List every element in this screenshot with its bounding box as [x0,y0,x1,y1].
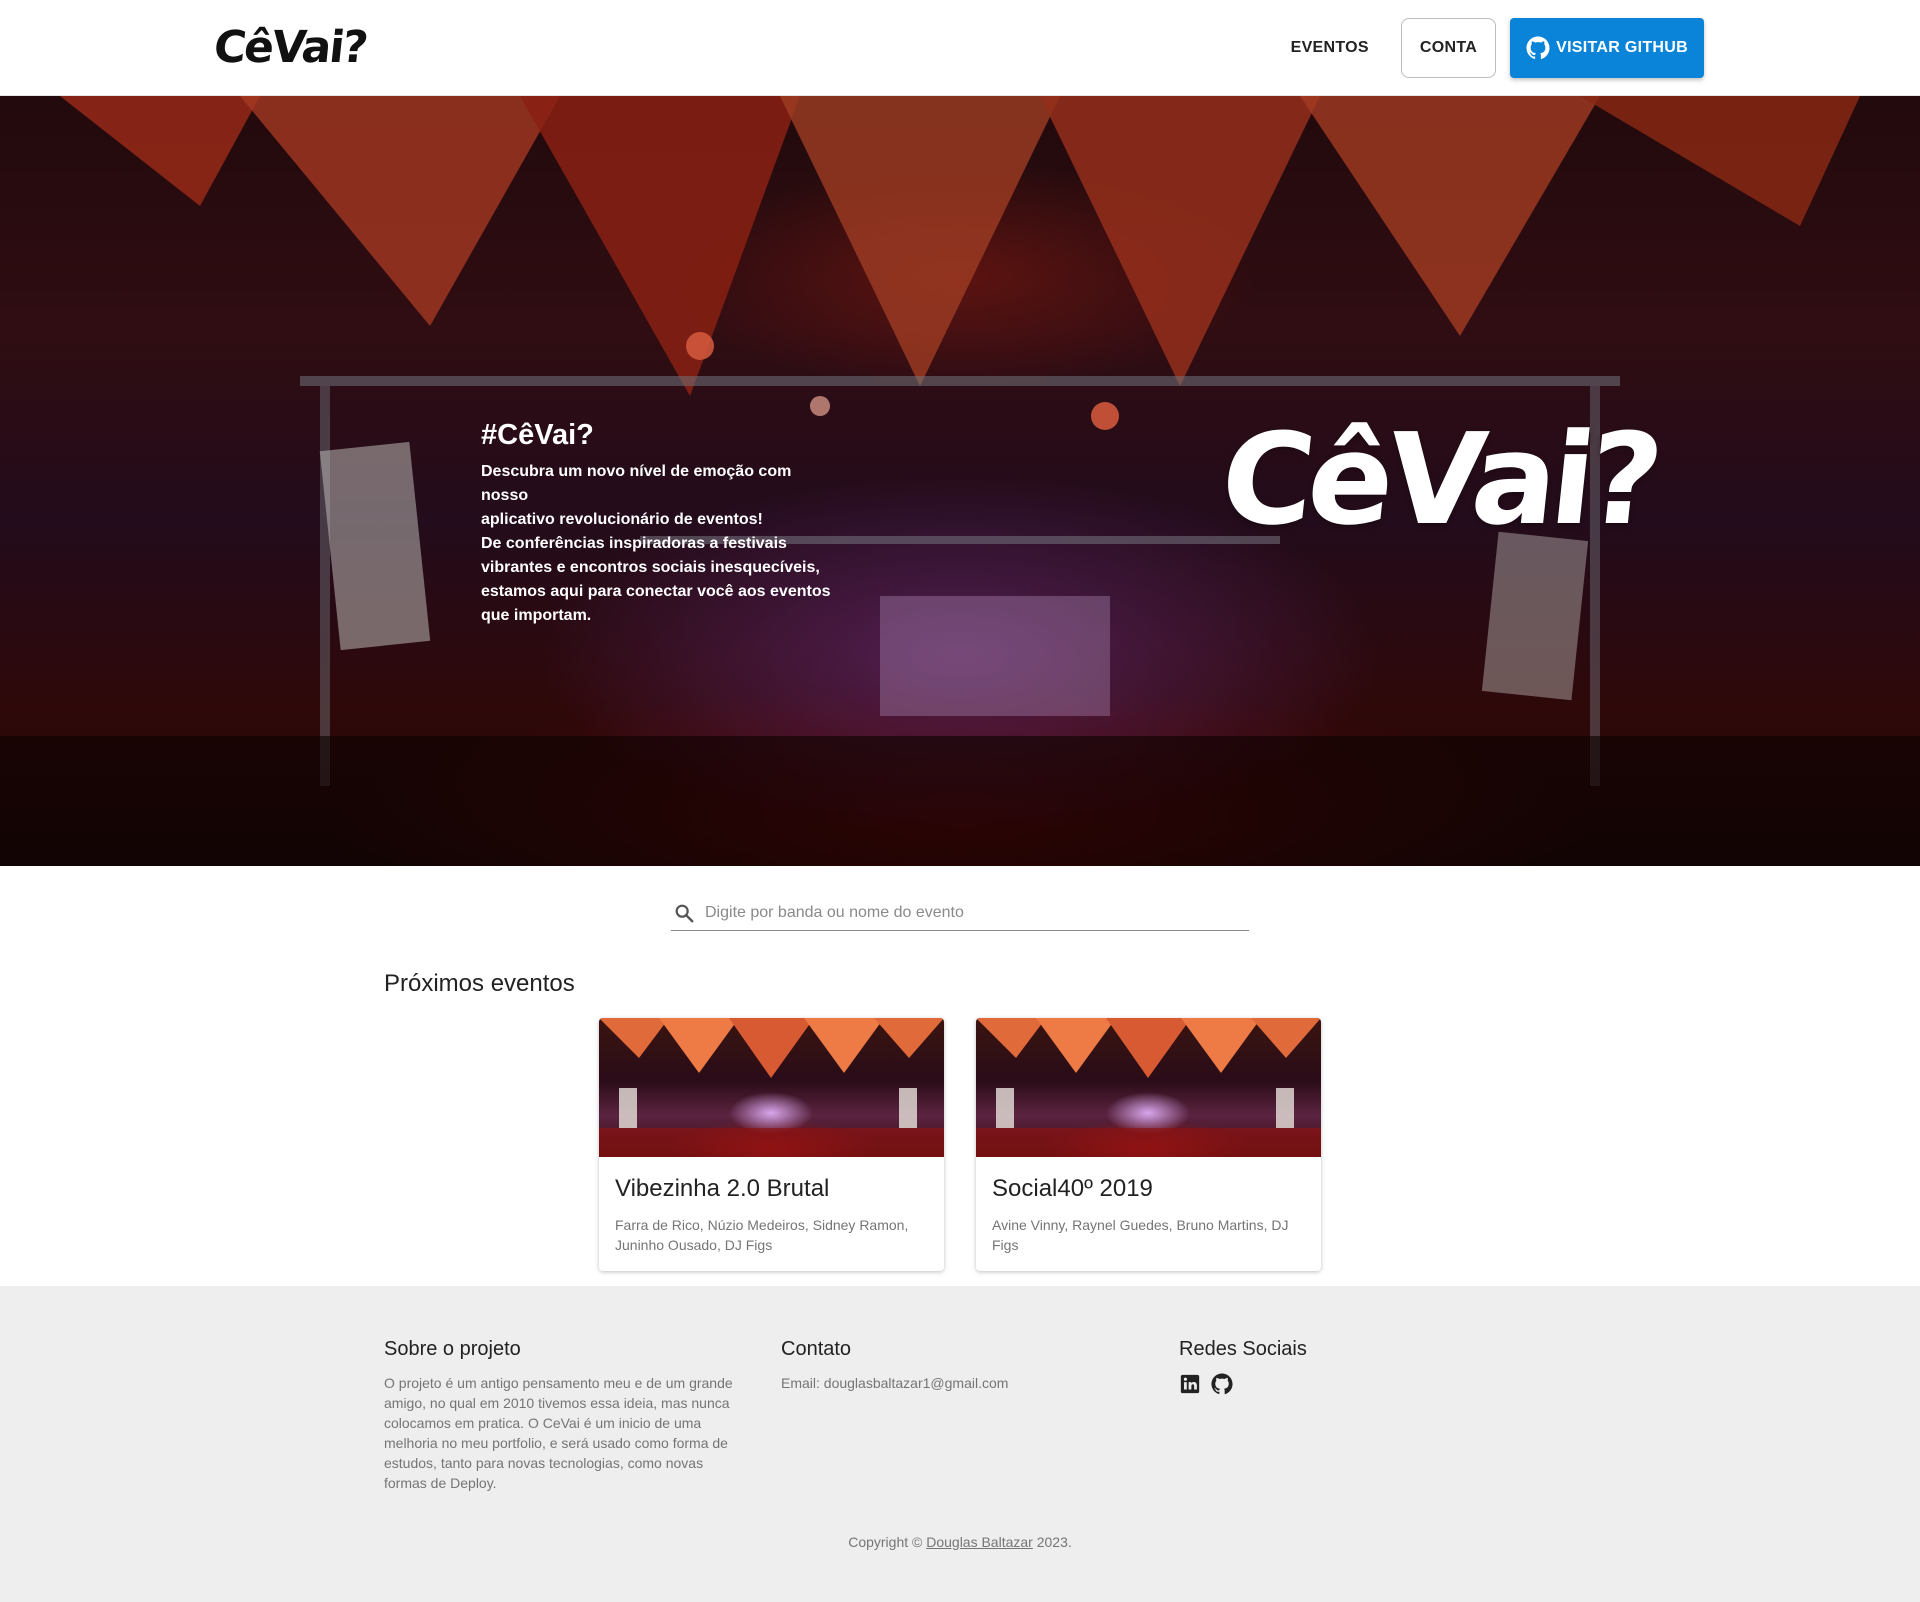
footer-about-line: melhoria no meu portfolio, e será usado … [384,1435,728,1451]
github-icon[interactable] [1211,1373,1233,1395]
footer-about-line: O projeto é um antigo pensamento meu e d… [384,1375,733,1391]
event-artists: Avine Vinny, Raynel Guedes, Bruno Martin… [992,1217,1289,1253]
copyright-suffix: 2023. [1032,1534,1072,1550]
search-input[interactable] [705,903,1225,922]
account-button[interactable]: CONTA [1400,18,1497,78]
event-title: Vibezinha 2.0 Brutal [615,1175,830,1202]
hero-text-line: Descubra um novo nível de emoção com nos… [481,463,792,504]
event-card[interactable]: Social40º 2019 Avine Vinny, Raynel Guede… [976,1018,1321,1271]
copyright-prefix: Copyright © [848,1534,927,1550]
footer-about-line: formas de Deploy. [384,1475,497,1491]
hero-text-line: estamos aqui para conectar você aos even… [481,583,831,600]
visit-github-button[interactable]: VISITAR GITHUB [1510,18,1704,78]
hero-text-line: aplicativo revolucionário de eventos! [481,511,763,528]
event-title: Social40º 2019 [992,1175,1153,1202]
github-icon [1526,36,1550,60]
event-artists: Farra de Rico, Núzio Medeiros, Sidney Ra… [615,1217,909,1253]
footer-about-title: Sobre o projeto [384,1338,521,1360]
footer-contact-title: Contato [781,1338,852,1360]
hero-title: #CêVai? [481,419,594,451]
event-search [671,895,1249,931]
footer-about: Sobre o projeto O projeto é um antigo pe… [384,1338,764,1493]
event-image [599,1018,944,1157]
hero-intro: #CêVai? Descubra um novo nível de emoção… [481,419,841,628]
top-navbar: CêVai? EVENTOS CONTA VISITAR GITHUB [0,0,1920,96]
event-image [976,1018,1321,1157]
hero-text-line: vibrantes e encontros sociais inesquecív… [481,559,820,576]
hero-banner: #CêVai? Descubra um novo nível de emoção… [0,96,1920,866]
hero-text-line: que importam. [481,607,592,624]
github-button-label: VISITAR GITHUB [1556,39,1688,56]
linkedin-icon[interactable] [1179,1373,1201,1395]
event-card[interactable]: Vibezinha 2.0 Brutal Farra de Rico, Núzi… [599,1018,944,1271]
author-link[interactable]: Douglas Baltazar [926,1534,1033,1550]
upcoming-events-heading: Próximos eventos [384,970,575,997]
hero-logo: CêVai? [1214,406,1664,553]
footer-social-title: Redes Sociais [1179,1338,1307,1360]
footer-social: Redes Sociais [1179,1338,1479,1395]
brand-logo[interactable]: CêVai? [211,22,368,73]
footer-about-line: estudos, tanto para novas tecnologias, c… [384,1455,704,1471]
footer-about-line: amigo, no qual em 2010 tivemos essa idei… [384,1395,730,1411]
search-icon [675,904,694,922]
page-footer: Sobre o projeto O projeto é um antigo pe… [0,1286,1920,1602]
footer-contact: Contato Email: douglasbaltazar1@gmail.co… [781,1338,1141,1393]
footer-about-line: colocamos em pratica. O CeVai é um inici… [384,1415,702,1431]
nav-menu: EVENTOS CONTA VISITAR GITHUB [1273,18,1704,78]
hero-text-line: De conferências inspiradoras a festivais [481,535,787,552]
contact-email[interactable]: Email: douglasbaltazar1@gmail.com [781,1373,1141,1393]
nav-events-link[interactable]: EVENTOS [1273,18,1387,78]
copyright: Copyright © Douglas Baltazar 2023. [0,1534,1920,1550]
